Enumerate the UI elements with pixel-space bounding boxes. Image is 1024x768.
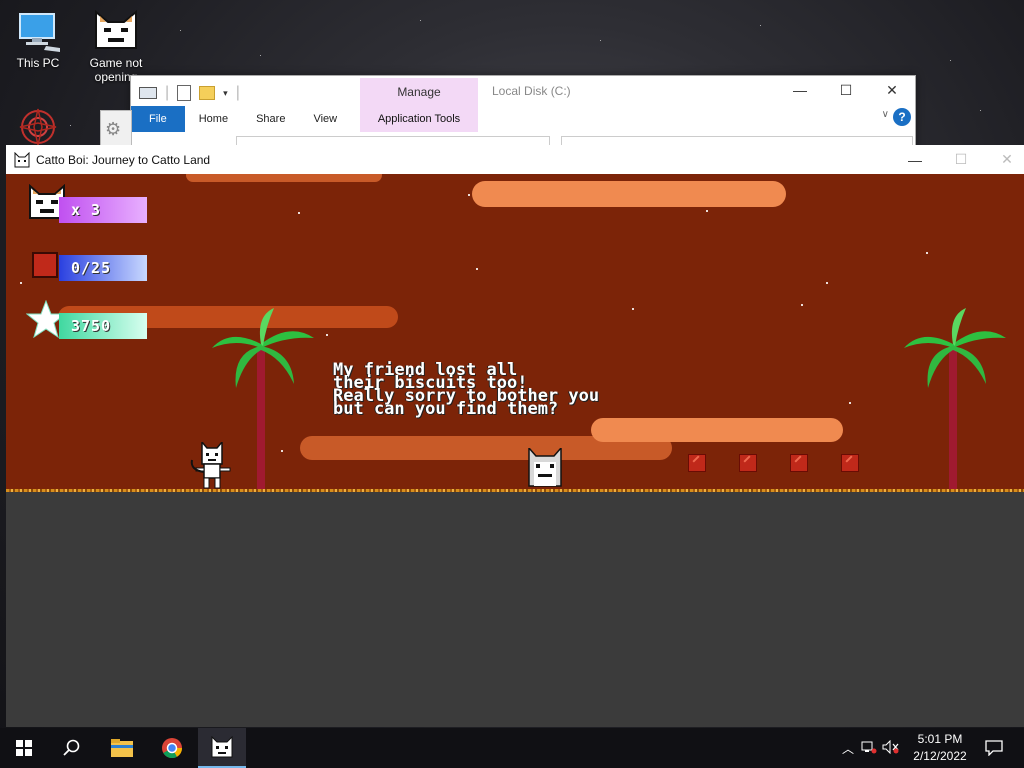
taskbar-catto-boi[interactable] <box>198 728 246 768</box>
close-button[interactable]: ✕ <box>869 76 915 104</box>
minimize-button[interactable]: — <box>777 76 823 104</box>
expand-ribbon-icon[interactable]: ∨ <box>882 109 889 120</box>
maximize-button[interactable]: ☐ <box>823 76 869 104</box>
minimize-button[interactable]: — <box>892 145 938 174</box>
system-clock[interactable]: 5:01 PM 2/12/2022 <box>906 731 974 765</box>
manage-tab-header[interactable]: Manage <box>360 78 478 106</box>
maximize-button[interactable]: ☐ <box>938 145 984 174</box>
cloud <box>591 418 843 442</box>
palm-tree <box>904 308 1006 490</box>
folder-icon <box>111 739 133 757</box>
help-icon[interactable]: ? <box>893 108 911 126</box>
tab-share[interactable]: Share <box>242 106 299 132</box>
lives-counter: x 3 <box>59 197 147 223</box>
player-cat-character <box>190 442 231 489</box>
ground-platform <box>6 489 1024 492</box>
volume-muted-icon[interactable] <box>880 739 902 757</box>
gear-icon: ⚙ <box>105 119 122 139</box>
biscuit-counter: 0/25 <box>59 255 147 281</box>
notification-icon <box>985 740 1003 756</box>
game-floor-area <box>6 499 1024 727</box>
window-controls: — ☐ ✕ <box>777 76 915 104</box>
cloud <box>472 181 786 207</box>
biscuit-collectible <box>739 454 757 472</box>
ribbon-tabs: File Home Share View <box>131 106 351 132</box>
properties-icon[interactable] <box>177 85 192 101</box>
search-icon <box>63 739 80 756</box>
drive-icon[interactable] <box>139 87 157 99</box>
new-folder-icon[interactable] <box>199 86 216 100</box>
start-button[interactable] <box>0 728 48 768</box>
tab-file[interactable]: File <box>131 106 185 132</box>
npc-cat-character <box>528 448 562 487</box>
game-title-bar[interactable]: Catto Boi: Journey to Catto Land — ☐ ✕ <box>6 145 1024 174</box>
tab-home[interactable]: Home <box>185 106 242 132</box>
desktop-icon-partial[interactable] <box>14 105 62 146</box>
chevron-down-icon[interactable]: ▾ <box>223 88 228 99</box>
desktop-icon-game[interactable]: Game not opening <box>80 8 152 84</box>
score-counter: 3750 <box>59 313 147 339</box>
mandala-icon <box>19 108 57 146</box>
taskbar-chrome[interactable] <box>148 728 196 768</box>
chevron-up-icon[interactable]: ︿ <box>838 740 858 757</box>
system-tray: ︿ <box>838 728 902 768</box>
cat-face-icon <box>94 8 138 52</box>
clock-date: 2/12/2022 <box>913 749 967 763</box>
game-scene[interactable]: x 3 0/25 3750 My friend lost all their b… <box>6 174 1024 492</box>
network-icon[interactable] <box>858 740 880 757</box>
notification-center-button[interactable] <box>974 728 1014 768</box>
taskbar-file-explorer[interactable] <box>98 728 146 768</box>
biscuit-collectible <box>841 454 859 472</box>
quick-access-toolbar: | ▾ | <box>139 84 240 102</box>
tab-view[interactable]: View <box>299 106 351 132</box>
computer-icon <box>16 8 60 52</box>
chrome-icon <box>162 738 183 759</box>
desktop-icon-label: This PC <box>16 56 60 70</box>
tab-application-tools[interactable]: Application Tools <box>360 106 478 132</box>
settings-window-partial[interactable]: ⚙ <box>100 110 132 148</box>
cat-face-icon <box>14 151 30 167</box>
clock-time: 5:01 PM <box>917 732 963 746</box>
windows-start-icon <box>16 740 32 756</box>
cloud <box>186 174 382 182</box>
cat-face-icon <box>211 736 233 758</box>
game-window[interactable]: Catto Boi: Journey to Catto Land — ☐ ✕ x… <box>6 145 1024 727</box>
window-title: Local Disk (C:) <box>492 84 571 98</box>
close-button[interactable]: ✕ <box>984 145 1024 174</box>
desktop-icon-this-pc[interactable]: This PC <box>2 8 74 70</box>
search-button[interactable] <box>48 728 96 768</box>
biscuit-icon <box>32 252 58 278</box>
npc-dialog-text: My friend lost all their biscuits too! R… <box>333 362 693 419</box>
taskbar: ︿ 5:01 PM 2/12/2022 <box>0 728 1024 768</box>
dialog-line: but can you find them? <box>333 399 559 419</box>
biscuit-collectible <box>790 454 808 472</box>
biscuit-collectible <box>688 454 706 472</box>
game-window-title: Catto Boi: Journey to Catto Land <box>36 152 211 167</box>
